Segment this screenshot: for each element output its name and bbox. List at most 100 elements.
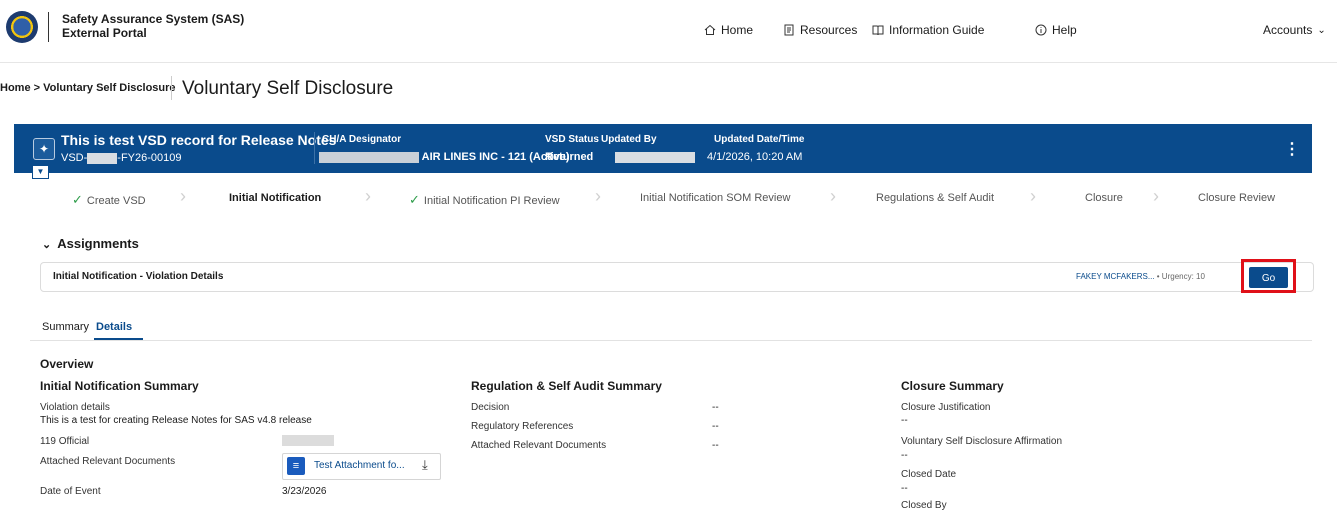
chevron-right-icon: › [180,186,186,206]
agency-seal-logo [6,11,38,43]
date-of-event-value: 3/23/2026 [282,486,327,497]
record-icon: ✦ [33,138,55,160]
step-label: Initial Notification [229,192,322,204]
page-title: Voluntary Self Disclosure [182,78,394,99]
status-label: VSD Status [545,134,599,145]
regulation-attached-value: -- [712,440,719,451]
assignment-row: Initial Notification - Violation Details… [40,262,1314,292]
step-label: Initial Notification SOM Review [640,192,791,204]
redacted-block [615,151,695,163]
assignments-toggle[interactable]: ⌄ Assignments [42,236,139,251]
divider [171,76,172,100]
step-label: Closure Review [1198,192,1276,204]
designator-label: CH/A Designator [322,134,402,145]
step-label: Create VSD [86,195,146,207]
assignee-link[interactable]: FAKEY MCFAKERS... [1076,272,1155,281]
check-icon: ✓ [409,192,420,207]
tab-divider [30,340,1312,341]
nav-help-label: Help [1052,23,1077,37]
highlight-box [1241,259,1296,293]
chevron-down-icon: ⌄ [1317,24,1326,36]
download-icon[interactable]: ⤓ [422,457,428,473]
regulatory-references-value: -- [712,421,719,432]
attachment-chip[interactable]: ≡ Test Attachment fo... ⤓ [282,453,441,480]
designator-value: AIR LINES INC - 121 (Active) [319,151,570,163]
redacted-block [319,151,419,163]
updated-datetime-value: 4/1/2026, 10:20 AM [707,151,803,163]
overview-heading: Overview [40,357,94,371]
tab-summary[interactable]: Summary [42,321,89,333]
breadcrumb[interactable]: Home > Voluntary Self Disclosure [0,82,176,94]
regulatory-references-label: Regulatory References [471,421,574,432]
book-icon [872,25,884,36]
record-banner: ✦ ▼ This is test VSD record for Release … [14,124,1312,179]
nav-resources[interactable]: Resources [783,23,857,37]
step-closure[interactable]: Closure [1085,192,1123,204]
record-id: VSD- -FY26-00109 [61,152,182,164]
decision-value: -- [712,402,719,413]
updated-by-label: Updated By [601,134,657,145]
nav-home-label: Home [721,23,754,37]
step-initial-notification[interactable]: Initial Notification [229,192,321,204]
record-id-prefix: VSD- [61,152,88,164]
step-initial-notification-pi-review[interactable]: ✓ Initial Notification PI Review [409,192,560,208]
violation-details-label: Violation details [40,402,110,413]
regulation-summary-heading: Regulation & Self Audit Summary [471,379,662,393]
record-id-suffix: -FY26-00109 [117,152,182,164]
record-title: This is test VSD record for Release Note… [61,132,337,148]
nav-resources-label: Resources [800,23,858,37]
updated-datetime-label: Updated Date/Time [714,134,805,145]
urgency-text: • Urgency: 10 [1156,272,1205,281]
step-initial-notification-som-review[interactable]: Initial Notification SOM Review [640,192,790,204]
chevron-right-icon: › [1153,186,1159,206]
official-label: 119 Official [40,436,90,447]
updated-by-value [615,151,695,163]
check-icon: ✓ [72,192,83,207]
redacted-block [87,152,118,164]
initial-summary-heading: Initial Notification Summary [40,379,199,393]
closed-by-label: Closed By [901,500,947,511]
chevron-down-icon: ⌄ [42,239,52,251]
redacted-block [282,435,334,446]
regulation-attached-label: Attached Relevant Documents [471,440,607,451]
nav-help[interactable]: Help [1035,23,1077,37]
step-regulations-self-audit[interactable]: Regulations & Self Audit [876,192,994,204]
vsd-affirmation-label: Voluntary Self Disclosure Affirmation [901,436,1063,447]
home-icon [704,24,716,35]
assignment-meta: FAKEY MCFAKERS... • Urgency: 10 [1076,272,1205,281]
step-create-vsd[interactable]: ✓ Create VSD [72,192,146,208]
document-icon [784,24,794,36]
tab-details[interactable]: Details [96,321,132,333]
app-title: Safety Assurance System (SAS) External P… [62,12,244,40]
accounts-menu[interactable]: Accounts ⌄ [1263,23,1326,37]
assignments-heading: Assignments [57,236,139,251]
chevron-right-icon: › [830,186,836,206]
chevron-right-icon: › [595,186,601,206]
chevron-right-icon: › [1030,186,1036,206]
divider [48,12,49,42]
nav-information-guide-label: Information Guide [889,23,985,37]
info-icon [1035,24,1047,36]
closure-justification-label: Closure Justification [901,402,991,413]
assignment-title: Initial Notification - Violation Details [53,271,224,282]
more-options-icon[interactable]: ⋮ [1284,139,1300,159]
chevron-right-icon: › [365,186,371,206]
top-bar: Safety Assurance System (SAS) External P… [0,0,1337,63]
step-closure-review[interactable]: Closure Review [1198,192,1275,204]
attachment-name[interactable]: Test Attachment fo... [314,460,405,471]
step-label: Closure [1085,192,1123,204]
tab-active-indicator [94,338,143,340]
nav-home[interactable]: Home [704,23,753,37]
date-of-event-label: Date of Event [40,486,101,497]
closure-justification-value: -- [901,415,908,426]
closed-date-value: -- [901,483,908,494]
app-title-line2: External Portal [62,26,147,40]
vsd-affirmation-value: -- [901,450,908,461]
decision-label: Decision [471,402,510,413]
nav-information-guide[interactable]: Information Guide [872,23,984,37]
expand-toggle-icon[interactable]: ▼ [32,165,49,179]
app-title-line1: Safety Assurance System (SAS) [62,12,245,26]
divider [314,132,315,164]
attached-documents-label: Attached Relevant Documents [40,456,176,467]
closed-date-label: Closed Date [901,469,957,480]
